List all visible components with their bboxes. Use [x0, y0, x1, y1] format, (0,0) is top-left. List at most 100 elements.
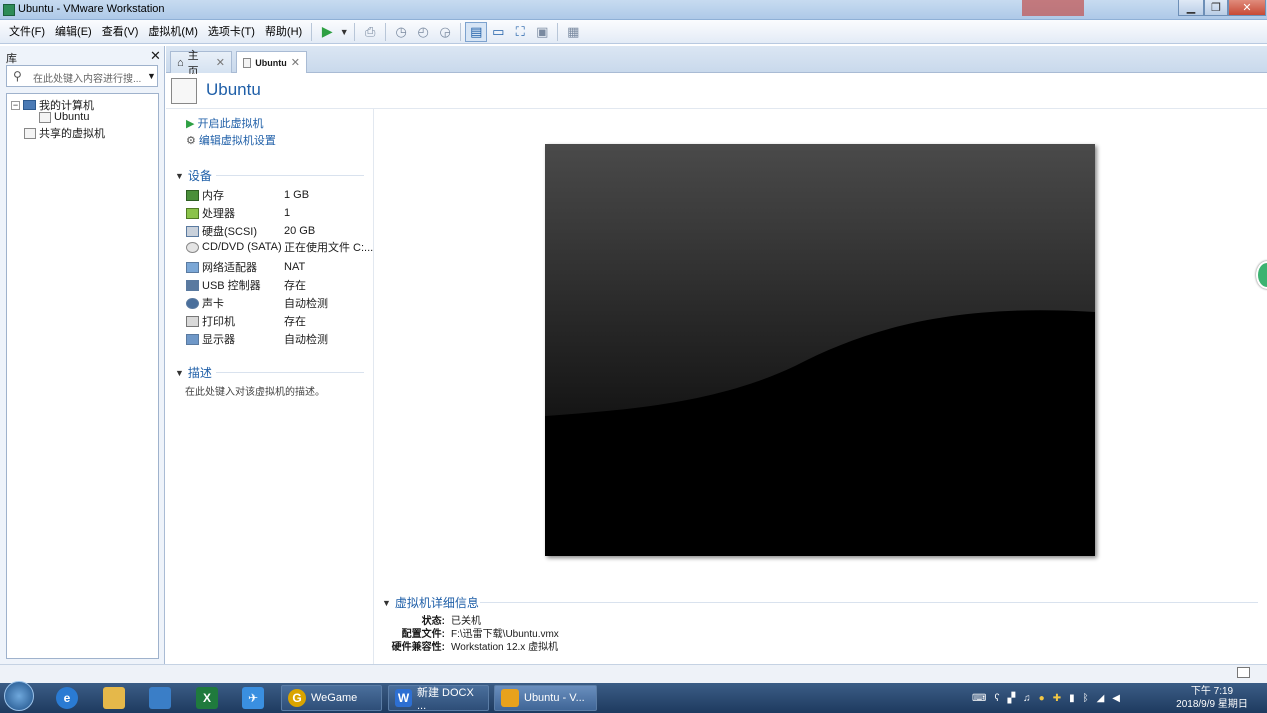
tab-bar: ⌂ 主页 ✕ Ubuntu ✕ [166, 46, 1267, 78]
library-title: 库 [6, 53, 17, 65]
vm-header-icon [171, 78, 197, 104]
play-icon[interactable]: ▶ [316, 22, 338, 42]
tree-label: 共享的虚拟机 [39, 128, 105, 140]
device-row[interactable]: CD/DVD (SATA) 正在使用文件 C:... [186, 241, 373, 254]
devices-section-header[interactable]: ▼ 设备 [175, 167, 212, 184]
library-view-icon[interactable]: ▤ [465, 21, 488, 42]
snapshot-icon[interactable]: ◷ [390, 22, 412, 42]
link-label: 编辑虚拟机设置 [198, 135, 276, 147]
taskbar-label: WeGame [311, 692, 358, 704]
battery-icon[interactable]: ▮ [1069, 693, 1075, 704]
device-name: 显示器 [202, 334, 235, 346]
cd-dvd-icon [186, 241, 199, 253]
vm-icon [243, 57, 252, 68]
device-row[interactable]: 处理器 1 [186, 205, 366, 221]
device-row[interactable]: 内存 1 GB [186, 187, 366, 203]
bluetooth-icon[interactable]: ᛒ [1083, 693, 1089, 704]
network-icon[interactable]: ◢ [1097, 693, 1105, 704]
taskbar: e X ✈ G WeGame W 新建 DOCX ... Ubuntu - V.… [0, 681, 1267, 713]
details-section-header[interactable]: ▼ 虚拟机详细信息 [382, 594, 479, 611]
device-value: 1 [284, 207, 291, 219]
taskbar-explorer[interactable] [103, 685, 125, 711]
message-log-icon[interactable] [1237, 667, 1250, 678]
tray-icon[interactable]: ʕ [994, 693, 999, 704]
description-field[interactable]: 在此处键入对该虚拟机的描述。 [185, 383, 325, 398]
device-row[interactable]: 显示器 自动检测 [186, 331, 366, 347]
device-row[interactable]: 打印机 存在 [186, 313, 366, 329]
taskbar-feishu[interactable]: ✈ [242, 685, 264, 711]
shared-vm-icon [24, 127, 36, 139]
menu-file[interactable]: 文件(F) [4, 20, 50, 44]
send-keys-icon[interactable]: ⎙ [359, 22, 381, 42]
tree-node-ubuntu[interactable]: Ubuntu [39, 111, 89, 123]
taskbar-wps[interactable]: W 新建 DOCX ... [388, 685, 489, 712]
device-name: 声卡 [202, 298, 224, 310]
maximize-button[interactable]: ❐ [1204, 0, 1228, 16]
device-name: 内存 [202, 190, 224, 202]
vmware-icon [501, 689, 519, 707]
minimize-button[interactable]: ▁ [1178, 0, 1204, 16]
tab-home[interactable]: ⌂ 主页 ✕ [170, 50, 232, 78]
close-tab-icon[interactable]: ✕ [216, 56, 225, 69]
chevron-down-icon[interactable]: ▼ [147, 71, 156, 81]
tray-icon[interactable]: ▞ [1007, 693, 1015, 704]
menu-edit[interactable]: 编辑(E) [50, 20, 97, 44]
taskbar-excel[interactable]: X [196, 685, 218, 711]
device-row[interactable]: 声卡 自动检测 [186, 295, 366, 311]
start-button[interactable] [4, 681, 34, 711]
display-icon [186, 333, 199, 345]
menu-help[interactable]: 帮助(H) [260, 20, 307, 44]
close-tab-icon[interactable]: ✕ [291, 56, 300, 69]
wegame-tray-icon[interactable]: ● [1039, 693, 1045, 704]
collapse-icon[interactable]: − [11, 100, 20, 110]
library-search[interactable]: ⚲ 在此处键入内容进行搜... ▼ [6, 65, 158, 87]
device-row[interactable]: 硬盘(SCSI) 20 GB [186, 223, 366, 239]
tray-icon[interactable]: ✚ [1053, 693, 1061, 704]
thumbnail-bar-icon[interactable]: ▭ [487, 22, 509, 42]
toolbar-separator [311, 22, 313, 41]
search-input[interactable]: 在此处键入内容进行搜... [33, 70, 141, 85]
close-window-button[interactable]: ✕ [1228, 0, 1266, 16]
taskbar-app[interactable] [149, 685, 171, 711]
edit-settings-link[interactable]: ⚙ 编辑虚拟机设置 [186, 132, 276, 148]
toolbar-separator [557, 22, 559, 41]
taskbar-ie[interactable]: e [56, 685, 78, 711]
window-title: Ubuntu - VMware Workstation [18, 3, 165, 15]
taskbar-wegame[interactable]: G WeGame [281, 685, 382, 711]
wps-writer-icon: W [395, 689, 412, 707]
hard-disk-icon [186, 225, 199, 237]
tree-label: Ubuntu [54, 111, 90, 123]
computer-icon [23, 100, 36, 110]
device-name: CD/DVD (SATA) [202, 241, 282, 253]
snapshot-manager-icon[interactable]: ◶ [434, 22, 456, 42]
revert-snapshot-icon[interactable]: ◴ [412, 22, 434, 42]
volume-icon[interactable]: ◀ [1112, 693, 1120, 704]
menu-tabs[interactable]: 选项卡(T) [203, 20, 260, 44]
chevron-down-icon[interactable]: ▼ [338, 22, 350, 42]
device-value: 正在使用文件 C:... [284, 242, 374, 254]
menu-view[interactable]: 查看(V) [97, 20, 144, 44]
tray-icon[interactable]: ♫ [1023, 693, 1031, 704]
search-icon: ⚲ [13, 69, 22, 83]
unity-icon[interactable]: ▣ [531, 22, 553, 42]
close-library-icon[interactable]: ✕ [150, 48, 161, 64]
device-name: 处理器 [202, 208, 235, 220]
clock[interactable]: 下午 7:19 2018/9/9 星期日 [1166, 685, 1258, 711]
tree-node-shared-vms[interactable]: 共享的虚拟机 [24, 125, 105, 141]
fullscreen-icon[interactable]: ⛶ [509, 22, 531, 42]
keyboard-icon[interactable]: ⌨ [972, 693, 986, 704]
settings-icon: ⚙ [186, 134, 196, 147]
menu-vm[interactable]: 虚拟机(M) [143, 20, 203, 44]
memory-icon [186, 189, 199, 201]
power-on-link[interactable]: ▶ 开启此虚拟机 [186, 115, 263, 131]
device-row[interactable]: USB 控制器 存在 [186, 277, 366, 293]
taskbar-vmware[interactable]: Ubuntu - V... [494, 685, 597, 711]
vm-screen-preview[interactable] [545, 144, 1095, 556]
device-row[interactable]: 网络适配器 NAT [186, 259, 366, 275]
taskbar-label: Ubuntu - V... [524, 692, 585, 704]
menu-bar: 文件(F) 编辑(E) 查看(V) 虚拟机(M) 选项卡(T) 帮助(H) ▶ … [0, 20, 1267, 44]
tab-ubuntu[interactable]: Ubuntu ✕ [236, 51, 307, 73]
console-view-icon[interactable]: ▦ [562, 22, 584, 42]
description-section-header[interactable]: ▼ 描述 [175, 364, 212, 381]
app-icon [149, 687, 171, 709]
